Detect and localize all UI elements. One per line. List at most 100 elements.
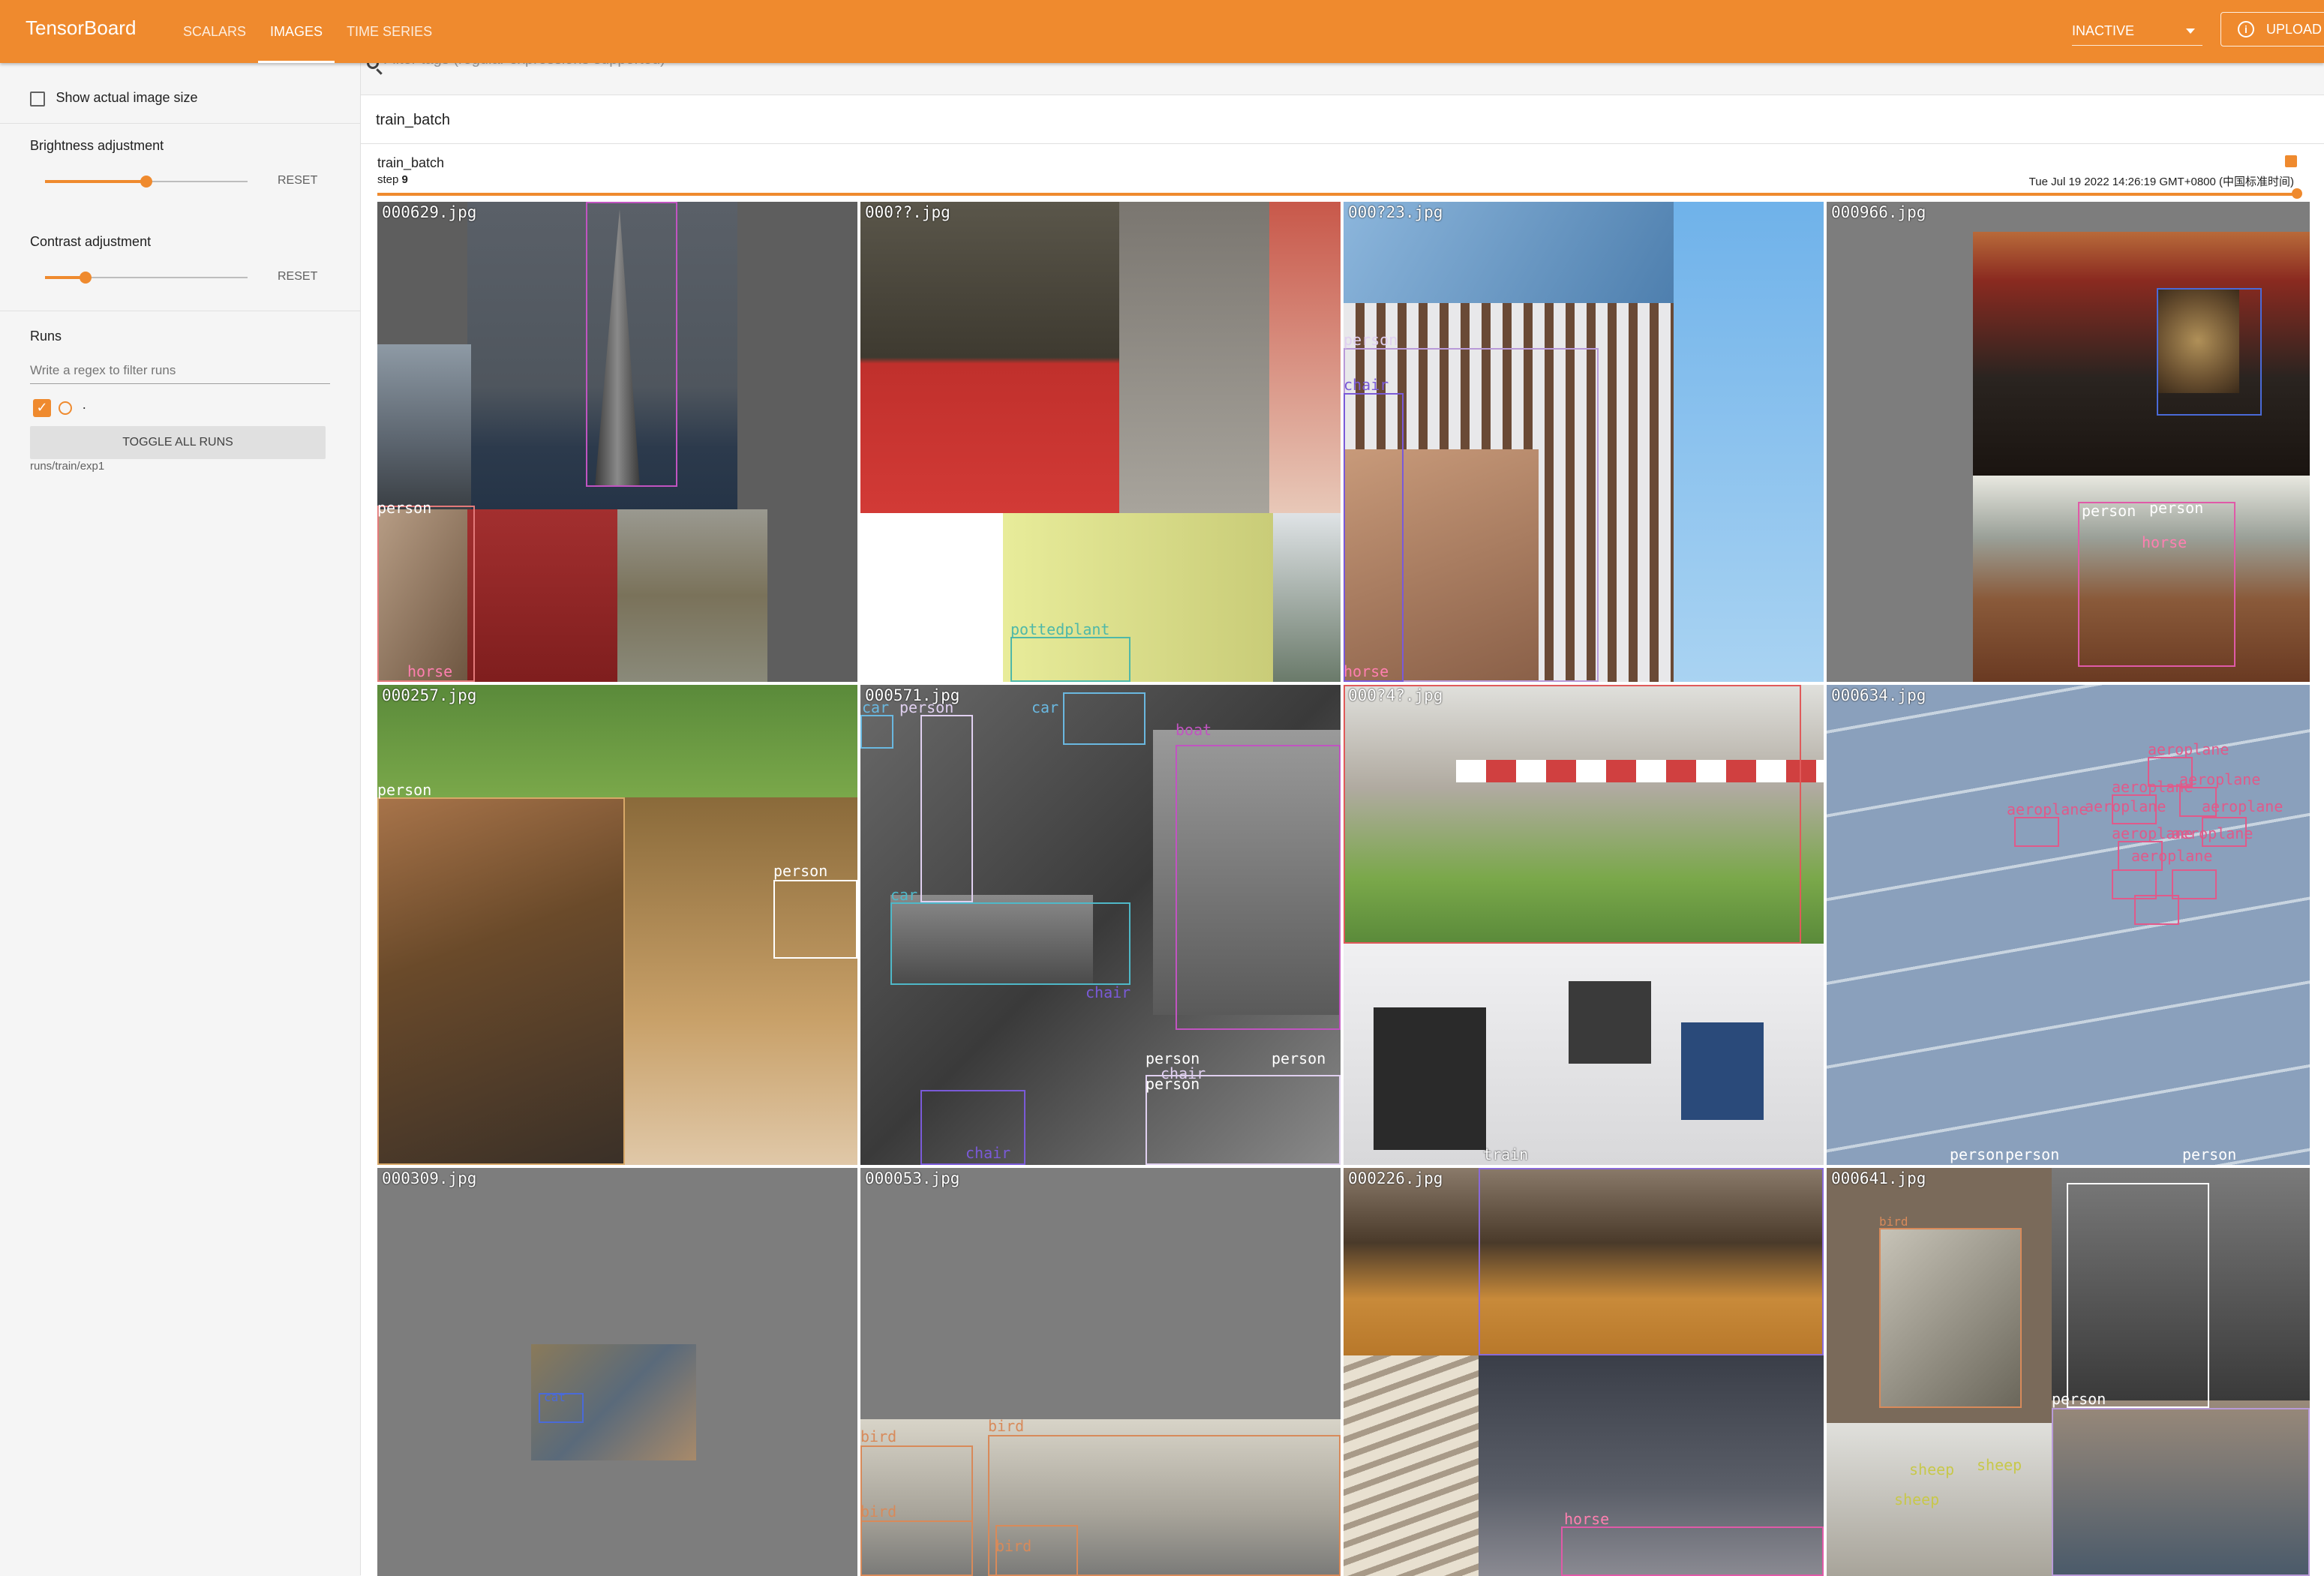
bbox-label: aeroplane	[2202, 797, 2283, 815]
tile-filename: 000257.jpg	[382, 686, 477, 704]
runs-title: Runs	[30, 329, 62, 344]
contrast-slider-thumb[interactable]	[80, 272, 92, 284]
photo-floor	[1119, 202, 1269, 513]
tile-filename: 000629.jpg	[382, 203, 477, 221]
bbox-label: chair	[1344, 376, 1389, 394]
bbox-label: person	[1145, 1075, 1200, 1093]
mosaic-tile: 000629.jpg person horse	[377, 202, 857, 682]
image-card-timestamp: Tue Jul 19 2022 14:26:19 GMT+0800 (中国标准时…	[2028, 176, 2294, 188]
tile-filename: 000?23.jpg	[1348, 203, 1443, 221]
bbox-label: sheep	[1977, 1456, 2022, 1474]
bbox	[586, 202, 677, 487]
bbox-label: car	[890, 886, 918, 904]
tab-images[interactable]: IMAGES	[258, 0, 335, 63]
tile-filename: 000226.jpg	[1348, 1169, 1443, 1187]
photo-frame2	[1569, 981, 1651, 1064]
bbox-label: person	[2052, 1390, 2106, 1408]
step-slider-track[interactable]	[377, 193, 2298, 196]
mosaic-tile: 000641.jpg bird person sheep sheep sheep	[1827, 1168, 2310, 1576]
bbox-label: bird	[860, 1427, 897, 1445]
bbox	[2134, 895, 2179, 925]
bbox-label: person	[377, 499, 432, 517]
bbox	[377, 506, 475, 682]
tab-time-series[interactable]: TIME SERIES	[335, 0, 444, 63]
photo-street	[377, 344, 471, 509]
show-actual-size-label: Show actual image size	[56, 90, 198, 105]
brightness-slider-thumb[interactable]	[140, 176, 152, 188]
bbox-label: person	[2182, 1145, 2237, 1163]
upload-button[interactable]: i UPLOAD	[2220, 12, 2324, 47]
bbox	[377, 797, 625, 1165]
mosaic-tile: 000?23.jpg person chair horse	[1344, 202, 1824, 682]
bbox	[2078, 502, 2235, 667]
tag-group-title[interactable]: train_batch	[376, 112, 450, 129]
bbox	[2067, 1183, 2209, 1408]
train-batch-image: 000629.jpg person horse 000??.jpg potted…	[377, 202, 2310, 1576]
bbox-label: bird	[995, 1537, 1032, 1555]
step-slider-thumb[interactable]	[2292, 188, 2302, 199]
image-card-title: train_batch	[377, 155, 445, 170]
photo-hand	[1269, 202, 1341, 513]
bbox	[1010, 637, 1130, 682]
tile-filename: 000309.jpg	[382, 1169, 477, 1187]
app-title[interactable]: TensorBoard	[26, 17, 136, 40]
tab-scalars[interactable]: SCALARS	[171, 0, 258, 63]
contrast-title: Contrast adjustment	[30, 234, 152, 249]
bbox-label: person	[2005, 1145, 2060, 1163]
bbox-label: aeroplane	[2112, 778, 2193, 796]
run-checkbox[interactable]: ✓	[33, 399, 51, 417]
bbox-label: aeroplane	[2148, 740, 2229, 758]
brightness-reset-button[interactable]: RESET	[278, 174, 317, 188]
tile-filename: 000053.jpg	[865, 1169, 960, 1187]
contrast-reset-button[interactable]: RESET	[278, 270, 317, 284]
bbox	[920, 715, 973, 902]
tile-filename: 000641.jpg	[1831, 1169, 1926, 1187]
upload-label: UPLOAD	[2266, 22, 2322, 37]
bbox	[1063, 692, 1145, 745]
bbox-label: aeroplane	[2085, 797, 2166, 815]
toggle-all-runs-button[interactable]: TOGGLE ALL RUNS	[30, 426, 326, 459]
bbox-label: chair	[965, 1144, 1011, 1162]
bbox-label: aeroplane	[2131, 847, 2213, 865]
runs-filter-input[interactable]: Write a regex to filter runs	[30, 359, 330, 384]
bbox	[2052, 1408, 2310, 1576]
bbox	[1176, 745, 1341, 1030]
show-actual-size-checkbox[interactable]	[30, 91, 45, 107]
bbox-label: horse	[1344, 662, 1389, 680]
bbox-label: sheep	[1909, 1460, 1955, 1478]
bbox	[2014, 817, 2059, 847]
tile-filename: 000?4?.jpg	[1348, 686, 1443, 704]
mosaic-tile: 000??.jpg pottedplant	[860, 202, 1341, 682]
mosaic-tile: 000571.jpg car person car boat car chair…	[860, 685, 1341, 1165]
bbox-label: cat	[544, 1390, 566, 1404]
status-dropdown[interactable]: INACTIVE	[2072, 20, 2202, 46]
bbox-label: bird	[860, 1502, 897, 1520]
top-app-bar: TensorBoard SCALARS IMAGES TIME SERIES I…	[0, 0, 2324, 63]
bbox-label: person	[2082, 502, 2136, 520]
bbox-label: horse	[2142, 533, 2187, 551]
photo-roof	[1273, 513, 1341, 682]
status-value: INACTIVE	[2072, 23, 2135, 38]
brightness-slider-fill	[45, 180, 146, 183]
bbox-label: person	[2149, 499, 2204, 517]
bbox-label: pottedplant	[1010, 620, 1110, 638]
mosaic-tile: 000053.jpg bird bird bird bird	[860, 1168, 1341, 1576]
bbox	[1344, 393, 1404, 682]
mosaic-tile: 000634.jpg aeroplane aeroplane aeroplane…	[1827, 685, 2310, 1165]
run-path: runs/train/exp1	[30, 460, 105, 473]
bbox-label: bird	[988, 1417, 1025, 1435]
mosaic-tile: 000?4?.jpg train	[1344, 685, 1824, 1165]
mosaic-tile: 000309.jpg cat	[377, 1168, 857, 1576]
show-actual-size-row[interactable]: Show actual image size	[30, 90, 198, 107]
divider	[361, 143, 2324, 144]
tag-filter[interactable]: Filter tags (regular expressions support…	[361, 51, 2324, 90]
bbox	[773, 880, 857, 959]
bbox	[1561, 1526, 1824, 1576]
sidebar: Show actual image size Brightness adjust…	[0, 63, 361, 1575]
run-color-swatch	[2285, 155, 2297, 167]
nav-tabs: SCALARS IMAGES TIME SERIES	[171, 0, 444, 63]
bbox-label: car	[1031, 698, 1059, 716]
bbox-label: person	[899, 698, 954, 716]
bbox-label: boat	[1176, 721, 1212, 739]
tile-filename: 000966.jpg	[1831, 203, 1926, 221]
